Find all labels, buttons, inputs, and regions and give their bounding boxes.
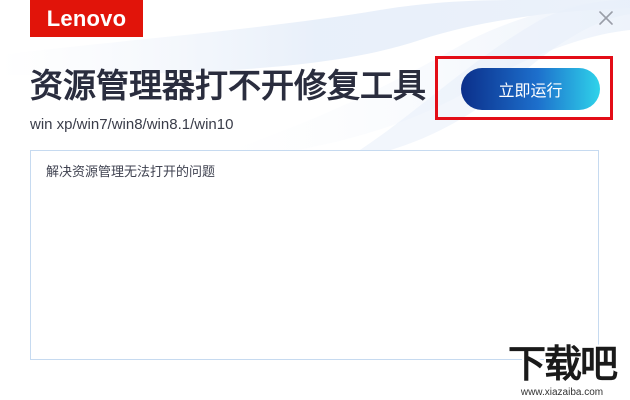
supported-os-text: win xp/win7/win8/win8.1/win10 — [30, 116, 234, 133]
close-button[interactable] — [596, 8, 616, 28]
watermark-url: www.xiazaiba.com — [520, 387, 604, 398]
watermark-logo-text: 下载吧 — [507, 342, 618, 386]
description-text: 解决资源管理无法打开的问题 — [46, 165, 216, 180]
run-now-button[interactable]: 立即运行 — [461, 68, 600, 110]
close-icon — [599, 11, 613, 25]
lenovo-logo: Lenovo — [30, 0, 143, 37]
site-watermark: 下载吧 www.xiazaiba.com — [494, 343, 630, 400]
page-title: 资源管理器打不开修复工具 — [30, 66, 426, 105]
app-window: Lenovo 资源管理器打不开修复工具 win xp/win7/win8/win… — [0, 0, 630, 400]
description-panel: 解决资源管理无法打开的问题 — [30, 150, 599, 360]
logo-text: Lenovo — [46, 5, 127, 31]
